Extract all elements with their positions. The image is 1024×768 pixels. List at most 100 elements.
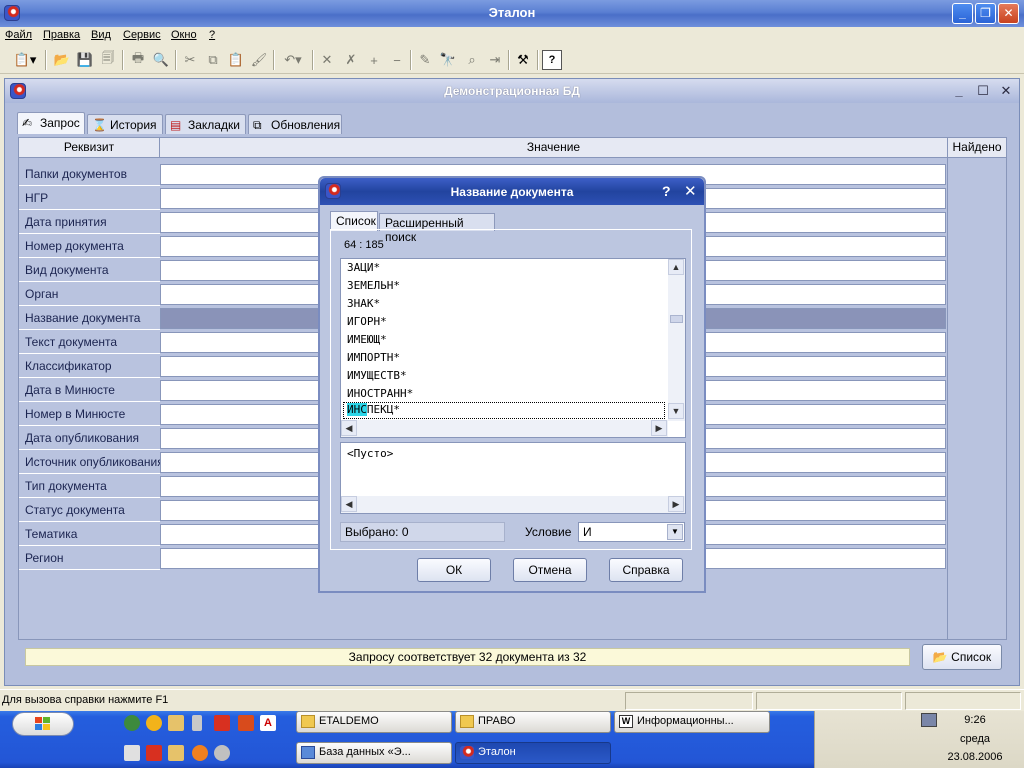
cancel-button[interactable]: Отмена (513, 558, 587, 582)
list-item[interactable]: ЗЕМЕЛЬН* (347, 279, 400, 292)
list-item[interactable]: ИНОСТРАНН* (347, 387, 413, 400)
attribute-label[interactable]: Классификатор (25, 359, 112, 373)
remove-icon[interactable]: − (387, 50, 407, 70)
list-item[interactable]: ЗНАК* (347, 297, 380, 310)
attribute-label[interactable]: Дата принятия (25, 215, 107, 229)
copy-icon[interactable]: ⧉ (203, 50, 223, 70)
dialog-help-icon[interactable]: ? (662, 183, 671, 199)
list-item[interactable]: ИМУЩЕСТВ* (347, 369, 407, 382)
tab-bookmarks[interactable]: ▤ Закладки (165, 114, 246, 134)
task-word[interactable]: W Информационны... (614, 711, 770, 733)
list-item[interactable]: ИГОРН* (347, 315, 387, 328)
scroll-right-icon[interactable]: ▶ (651, 420, 667, 436)
child-close-icon[interactable]: ✕ (998, 83, 1014, 99)
attribute-label[interactable]: Регион (25, 551, 64, 565)
help-icon[interactable]: ? (542, 50, 562, 70)
network-icon[interactable] (921, 713, 937, 727)
menu-window[interactable]: Окно (171, 29, 197, 41)
condition-select[interactable]: И ▼ (578, 522, 685, 542)
list-item[interactable]: ИМПОРТН* (347, 351, 400, 364)
attribute-label[interactable]: Текст документа (25, 335, 117, 349)
app-title-bar[interactable]: Эталон _ ❐ ✕ (0, 0, 1024, 27)
attribute-label[interactable]: Дата в Минюсте (25, 383, 115, 397)
edit-icon[interactable]: ✎ (415, 50, 435, 70)
attribute-label[interactable]: Орган (25, 287, 58, 301)
tools-icon[interactable]: ⚒ (513, 50, 533, 70)
tower-icon[interactable] (192, 715, 202, 731)
undo-icon[interactable]: ↶▾ (278, 50, 308, 70)
attribute-label[interactable]: НГР (25, 191, 48, 205)
tab-query[interactable]: ✍ Запрос (17, 112, 85, 134)
list-item[interactable]: ЗАЦИ* (347, 261, 380, 274)
cut-icon[interactable]: ✂ (180, 50, 200, 70)
vertical-scroll-thumb[interactable] (670, 315, 683, 323)
add-icon[interactable]: + (364, 50, 384, 70)
menu-file[interactable]: Файл (5, 29, 32, 41)
close-icon[interactable]: ✕ (998, 3, 1019, 24)
attribute-label[interactable]: Папки документов (25, 167, 127, 181)
opera-icon[interactable] (238, 715, 254, 731)
open-folder-icon[interactable]: 📂 (52, 50, 72, 70)
flag-icon[interactable] (214, 715, 230, 731)
dialog-tab-list[interactable]: Список (330, 211, 378, 231)
list-item-selected[interactable]: ИНСПЕКЦ* (343, 402, 665, 419)
list-vertical-scrollbar[interactable]: ▲ ▼ (668, 259, 685, 421)
media-player-icon[interactable] (146, 715, 162, 731)
paste-icon[interactable]: 📋 (226, 50, 246, 70)
keyword-list[interactable]: ЗАЦИ* ЗЕМЕЛЬН* ЗНАК* ИГОРН* ИМЕЮЩ* ИМПОРТН* ИМ… (340, 258, 686, 438)
pencil-icon[interactable] (168, 715, 184, 731)
selected-horizontal-scrollbar[interactable]: ◀ ▶ (341, 496, 685, 513)
attribute-label[interactable]: Тематика (25, 527, 77, 541)
menu-edit[interactable]: Правка (43, 29, 80, 41)
browser-icon[interactable] (124, 715, 140, 731)
folder-quick-icon[interactable] (168, 745, 184, 761)
find-next-icon[interactable]: ⌕ (462, 50, 482, 70)
terminal-icon[interactable] (124, 745, 140, 761)
task-etaldemo[interactable]: ETALDEMO (296, 711, 452, 733)
menu-help[interactable]: ? (209, 29, 215, 41)
export-icon[interactable]: ⇥ (485, 50, 505, 70)
firefox-icon[interactable] (192, 745, 208, 761)
scroll-right-icon[interactable]: ▶ (668, 496, 684, 512)
start-button[interactable] (12, 712, 74, 736)
scroll-left-icon[interactable]: ◀ (341, 420, 357, 436)
task-etalon[interactable]: Эталон (455, 742, 611, 764)
attribute-label[interactable]: Вид документа (25, 263, 109, 277)
tab-updates[interactable]: ⧉ Обновления (248, 114, 342, 134)
attribute-label[interactable]: Номер документа (25, 239, 124, 253)
attribute-label[interactable]: Номер в Минюсте (25, 407, 125, 421)
child-title-bar[interactable]: Демонстрационная БД _ ☐ ✕ (5, 79, 1019, 103)
attribute-label[interactable]: Статус документа (25, 503, 125, 517)
attribute-label[interactable]: Название документа (25, 311, 140, 325)
chevron-down-icon[interactable]: ▼ (667, 524, 683, 540)
header-found[interactable]: Найдено (948, 138, 1006, 158)
header-value[interactable]: Значение (160, 138, 948, 158)
child-minimize-icon[interactable]: _ (951, 83, 967, 99)
dialog-title-bar[interactable]: Название документа ? ✕ (320, 178, 704, 205)
list-horizontal-scrollbar[interactable]: ◀ ▶ (341, 420, 668, 437)
delete-icon[interactable]: ✕ (317, 50, 337, 70)
save-all-icon[interactable]: 🗐 (98, 50, 118, 70)
print-preview-icon[interactable]: 🔍 (151, 50, 171, 70)
menu-service[interactable]: Сервис (123, 29, 161, 41)
menu-view[interactable]: Вид (91, 29, 111, 41)
scroll-left-icon[interactable]: ◀ (341, 496, 357, 512)
list-button[interactable]: 📂 Список (922, 644, 1002, 670)
header-attribute[interactable]: Реквизит (19, 138, 160, 158)
scroll-down-icon[interactable]: ▼ (668, 403, 684, 419)
list-item[interactable]: ИМЕЮЩ* (347, 333, 387, 346)
save-icon[interactable]: 💾 (75, 50, 95, 70)
user-icon[interactable] (214, 745, 230, 761)
flag2-icon[interactable] (146, 745, 162, 761)
acrobat-icon[interactable]: A (260, 715, 276, 731)
attribute-label[interactable]: Источник опубликования (25, 455, 164, 469)
attribute-label[interactable]: Дата опубликования (25, 431, 139, 445)
task-pravo[interactable]: ПРАВО (455, 711, 611, 733)
scroll-up-icon[interactable]: ▲ (668, 259, 684, 275)
dialog-close-icon[interactable]: ✕ (684, 182, 697, 200)
open-dropdown-icon[interactable]: 📋▾ (10, 50, 40, 70)
ok-button[interactable]: ОК (417, 558, 491, 582)
child-maximize-icon[interactable]: ☐ (975, 83, 991, 99)
tab-history[interactable]: ⌛ История (87, 114, 163, 134)
clock-time[interactable]: 9:26 (945, 714, 1005, 726)
